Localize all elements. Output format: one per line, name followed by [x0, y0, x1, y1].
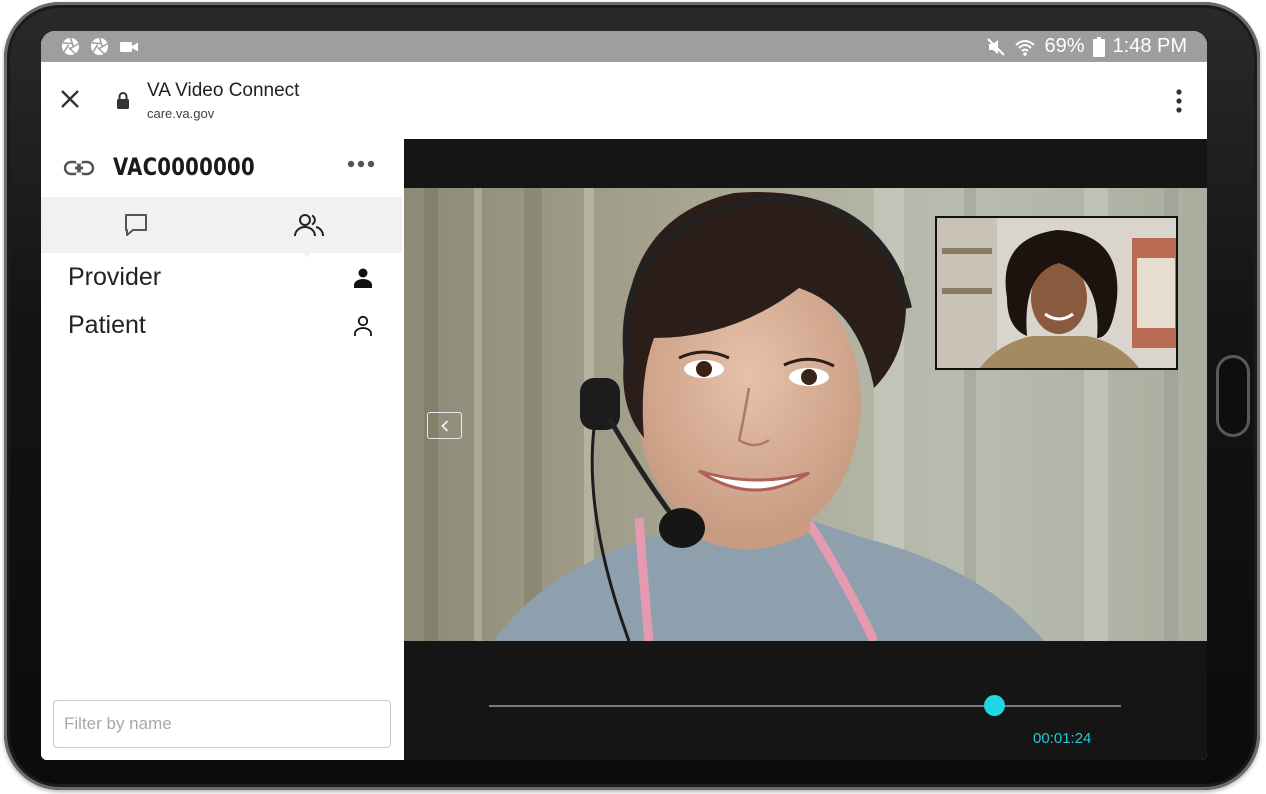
selected-tab-indicator: [299, 249, 315, 257]
wifi-icon: [1015, 39, 1036, 56]
aperture-icon: [90, 37, 109, 56]
home-button[interactable]: [1216, 355, 1250, 437]
participant-name: Provider: [68, 263, 162, 291]
video-camera-icon: [120, 41, 138, 52]
provider-video-feed: [404, 188, 1207, 641]
overflow-menu-icon[interactable]: [1171, 88, 1187, 114]
page-url: care.va.gov: [147, 106, 215, 121]
person-outline-icon: [354, 315, 372, 336]
chat-icon: [125, 214, 147, 236]
self-view-video[interactable]: [935, 216, 1178, 370]
battery-icon: [1092, 36, 1105, 57]
lock-icon: [117, 92, 129, 109]
room-id: VAC0000000: [113, 153, 255, 181]
more-options-icon[interactable]: [347, 159, 375, 169]
participant-patient[interactable]: Patient: [41, 305, 404, 353]
link-icon[interactable]: [63, 157, 95, 179]
battery-percent: 69%: [1044, 35, 1085, 57]
collapse-sidebar-button[interactable]: [427, 412, 462, 439]
tablet-screen: 69% 1:48 PM VA Video Connect care.va.gov: [41, 31, 1207, 760]
sidebar-tabs: [41, 197, 402, 253]
filter-by-name-input[interactable]: [53, 700, 391, 748]
close-icon[interactable]: [59, 88, 81, 110]
mute-icon: [987, 37, 1006, 56]
elapsed-time: 00:01:24: [1033, 730, 1092, 747]
seek-bar-thumb[interactable]: [984, 695, 1006, 716]
aperture-icon: [61, 37, 80, 56]
video-stage: 00:01:24: [404, 139, 1207, 760]
person-filled-icon: [354, 268, 372, 288]
tab-participants[interactable]: [219, 197, 399, 253]
participants-sidebar: VAC0000000 Provider Patient Filter by na…: [41, 139, 404, 760]
room-header: VAC0000000: [41, 139, 404, 197]
page-title: VA Video Connect: [147, 80, 300, 101]
participant-list: Provider Patient: [41, 257, 404, 353]
status-bar: 69% 1:48 PM: [41, 31, 1207, 62]
self-view-image: [937, 218, 1176, 368]
seek-bar[interactable]: [489, 705, 1121, 707]
browser-toolbar: VA Video Connect care.va.gov: [41, 62, 1207, 140]
participant-name: Patient: [68, 311, 146, 339]
tab-chat[interactable]: [46, 197, 226, 253]
participants-icon: [294, 214, 325, 237]
chevron-left-icon: [440, 419, 448, 432]
participant-provider[interactable]: Provider: [41, 257, 404, 305]
clock: 1:48 PM: [1112, 35, 1187, 57]
